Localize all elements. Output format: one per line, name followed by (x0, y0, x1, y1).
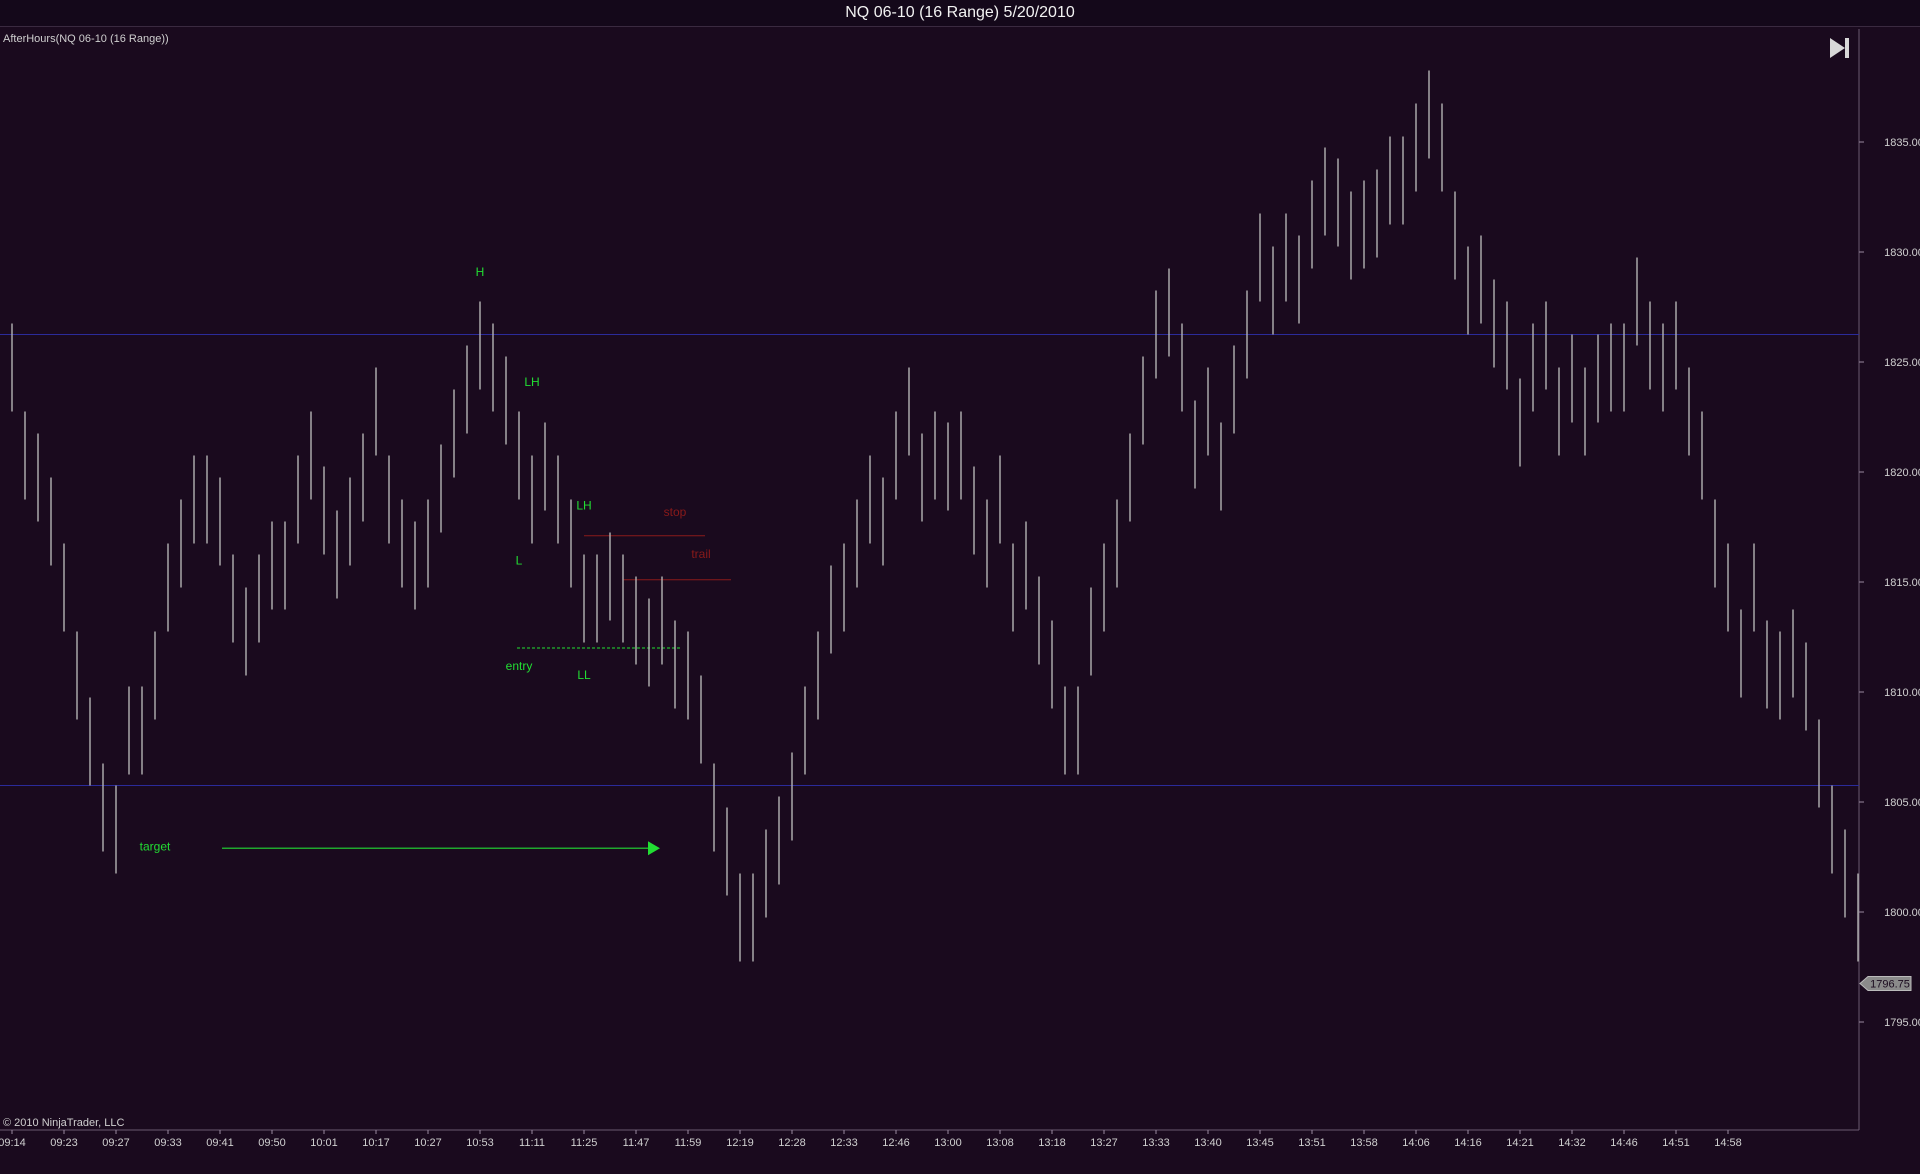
x-axis-tick-label: 09:33 (154, 1137, 182, 1149)
x-axis-tick-label: 14:46 (1610, 1137, 1638, 1149)
x-axis-tick-label: 09:41 (206, 1137, 234, 1149)
y-axis-tick-label: 1835.00 (1884, 137, 1920, 149)
x-axis-tick-label: 13:40 (1194, 1137, 1222, 1149)
window-titlebar: NQ 06-10 (16 Range) 5/20/2010 (0, 0, 1920, 27)
x-axis-tick-label: 11:59 (675, 1137, 702, 1149)
y-axis-tick-label: 1820.00 (1884, 467, 1920, 479)
x-axis-tick-label: 13:18 (1038, 1137, 1066, 1149)
x-axis-tick-label: 11:11 (519, 1137, 545, 1149)
x-axis-tick-label: 13:58 (1350, 1137, 1378, 1149)
x-axis-tick-label: 09:27 (102, 1137, 130, 1149)
chart-window-title: NQ 06-10 (16 Range) 5/20/2010 (845, 4, 1075, 21)
chart-annotation-label: LH (576, 498, 591, 512)
x-axis-tick-label: 10:17 (362, 1137, 390, 1149)
x-axis-tick-label: 13:51 (1298, 1137, 1326, 1149)
x-axis-tick-label: 09:23 (50, 1137, 78, 1149)
x-axis-tick-label: 14:21 (1506, 1137, 1534, 1149)
x-axis-tick-label: 12:33 (830, 1137, 858, 1149)
chart-annotation-label: target (140, 839, 171, 853)
y-axis-tick-label: 1815.00 (1884, 577, 1920, 589)
x-axis-tick-label: 10:01 (310, 1137, 338, 1149)
chart-annotation-label: L (516, 553, 523, 567)
y-axis-tick-label: 1810.00 (1884, 687, 1920, 699)
chart-annotation-label: trail (691, 547, 710, 561)
x-axis-tick-label: 13:27 (1090, 1137, 1118, 1149)
chart-annotation-label: stop (664, 505, 687, 519)
x-axis-tick-label: 10:53 (466, 1137, 494, 1149)
x-axis-tick-label: 13:45 (1246, 1137, 1274, 1149)
x-axis-tick-label: 09:14 (0, 1137, 26, 1149)
y-axis-tick-label: 1830.00 (1884, 247, 1920, 259)
x-axis-tick-label: 14:06 (1402, 1137, 1430, 1149)
chart-annotation-label: H (476, 265, 485, 279)
x-axis-tick-label: 13:08 (986, 1137, 1014, 1149)
x-axis-tick-label: 14:32 (1558, 1137, 1586, 1149)
x-axis-tick-label: 14:16 (1454, 1137, 1482, 1149)
x-axis-tick-label: 14:51 (1662, 1137, 1690, 1149)
y-axis-tick-label: 1805.00 (1884, 797, 1920, 809)
chart-annotation-label: entry (506, 659, 533, 673)
chart-annotation-label: LL (577, 668, 591, 682)
x-axis-tick-label: 14:58 (1714, 1137, 1742, 1149)
copyright-label: © 2010 NinjaTrader, LLC (3, 1117, 124, 1129)
x-axis-tick-label: 11:25 (571, 1137, 598, 1149)
x-axis-tick-label: 13:00 (934, 1137, 962, 1149)
last-price-label: 1796.75 (1870, 979, 1910, 991)
x-axis-tick-label: 11:47 (623, 1137, 650, 1149)
y-axis-tick-label: 1800.00 (1884, 907, 1920, 919)
x-axis-tick-label: 12:28 (778, 1137, 806, 1149)
y-axis-tick-label: 1825.00 (1884, 357, 1920, 369)
x-axis-tick-label: 12:46 (882, 1137, 910, 1149)
x-axis-tick-label: 10:27 (414, 1137, 442, 1149)
y-axis-tick-label: 1795.00 (1884, 1017, 1920, 1029)
price-chart[interactable]: H LH L LH entry LL target stop trail 1835.00 1830… (0, 27, 1920, 1174)
x-axis-tick-label: 09:50 (258, 1137, 286, 1149)
x-axis-tick-label: 12:19 (726, 1137, 754, 1149)
chart-annotation-label: LH (524, 375, 539, 389)
indicator-label: AfterHours(NQ 06-10 (16 Range)) (3, 33, 169, 45)
x-axis-tick-label: 13:33 (1142, 1137, 1170, 1149)
